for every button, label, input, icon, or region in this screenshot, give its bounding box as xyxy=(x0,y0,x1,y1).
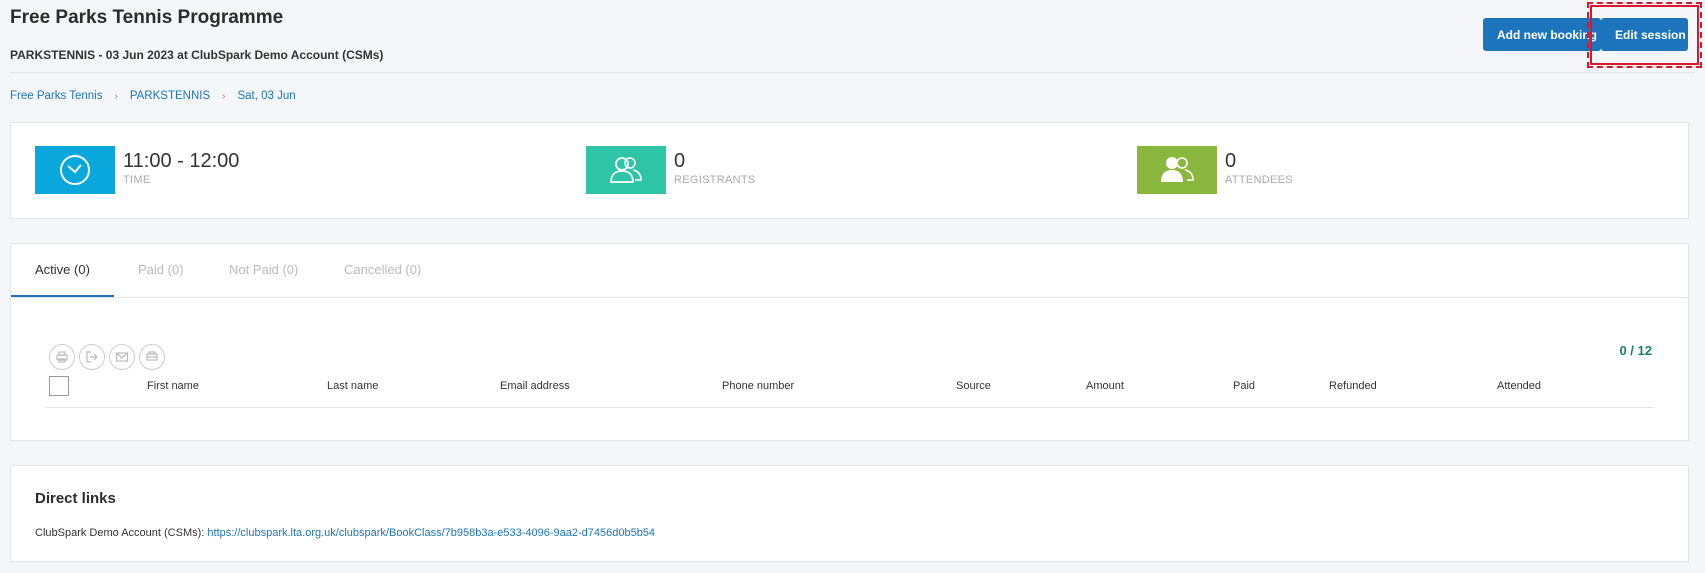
page-title: Free Parks Tennis Programme xyxy=(10,7,284,28)
stat-registrants-label: REGISTRANTS xyxy=(674,174,756,186)
tab-not-paid[interactable]: Not Paid (0) xyxy=(229,262,298,295)
breadcrumb-separator: › xyxy=(114,90,118,102)
direct-links-card: Direct links ClubSpark Demo Account (CSM… xyxy=(10,465,1689,562)
table-toolbar xyxy=(49,344,165,370)
breadcrumb-date[interactable]: Sat, 03 Jun xyxy=(237,90,295,102)
column-source[interactable]: Source xyxy=(956,380,991,392)
column-attended[interactable]: Attended xyxy=(1497,380,1541,392)
stat-attendees-label: ATTENDEES xyxy=(1225,174,1293,186)
booking-count: 0 / 12 xyxy=(1619,343,1652,358)
table-header-divider xyxy=(45,407,1654,408)
stat-time: 11:00 - 12:00 TIME xyxy=(35,146,239,194)
stat-registrants-value: 0 xyxy=(674,150,686,172)
users-icon xyxy=(586,146,666,194)
column-amount[interactable]: Amount xyxy=(1086,380,1124,392)
stat-time-value: 11:00 - 12:00 xyxy=(123,150,240,172)
direct-links-title: Direct links xyxy=(35,490,116,507)
stat-registrants: 0 REGISTRANTS xyxy=(586,146,756,194)
direct-link-row: ClubSpark Demo Account (CSMs): https://c… xyxy=(35,527,655,539)
export-icon[interactable] xyxy=(79,344,105,370)
select-all-checkbox[interactable] xyxy=(49,376,69,396)
booking-tabs: Active (0) Paid (0) Not Paid (0) Cancell… xyxy=(11,244,1688,298)
breadcrumb-programme[interactable]: Free Parks Tennis xyxy=(10,90,102,102)
stat-time-label: TIME xyxy=(123,174,151,186)
stat-attendees-value: 0 xyxy=(1225,150,1237,172)
page-subtitle: PARKSTENNIS - 03 Jun 2023 at ClubSpark D… xyxy=(10,48,384,62)
tab-active[interactable]: Active (0) xyxy=(11,262,114,297)
column-last-name[interactable]: Last name xyxy=(327,380,378,392)
column-email[interactable]: Email address xyxy=(500,380,570,392)
breadcrumb: Free Parks Tennis › PARKSTENNIS › Sat, 0… xyxy=(10,90,296,102)
add-new-booking-button[interactable]: Add new booking xyxy=(1483,18,1601,51)
tab-paid[interactable]: Paid (0) xyxy=(138,262,184,295)
stat-attendees: 0 ATTENDEES xyxy=(1137,146,1293,194)
printer-icon[interactable] xyxy=(139,344,165,370)
bookings-card: Active (0) Paid (0) Not Paid (0) Cancell… xyxy=(10,243,1689,441)
column-paid[interactable]: Paid xyxy=(1233,380,1255,392)
breadcrumb-venue[interactable]: PARKSTENNIS xyxy=(130,90,210,102)
direct-link-url[interactable]: https://clubspark.lta.org.uk/clubspark/B… xyxy=(207,527,655,539)
user-check-icon xyxy=(1137,146,1217,194)
edit-session-highlight xyxy=(1587,2,1702,68)
column-first-name[interactable]: First name xyxy=(147,380,199,392)
email-icon[interactable] xyxy=(109,344,135,370)
breadcrumb-separator: › xyxy=(222,90,226,102)
print-icon[interactable] xyxy=(49,344,75,370)
column-phone[interactable]: Phone number xyxy=(722,380,794,392)
tab-cancelled[interactable]: Cancelled (0) xyxy=(344,262,421,295)
header-divider xyxy=(10,72,1695,73)
direct-link-account-label: ClubSpark Demo Account (CSMs): xyxy=(35,527,205,539)
session-stats-card: 11:00 - 12:00 TIME 0 REGISTRANTS 0 ATTEN… xyxy=(10,122,1689,219)
clock-icon xyxy=(35,146,115,194)
column-refunded[interactable]: Refunded xyxy=(1329,380,1377,392)
